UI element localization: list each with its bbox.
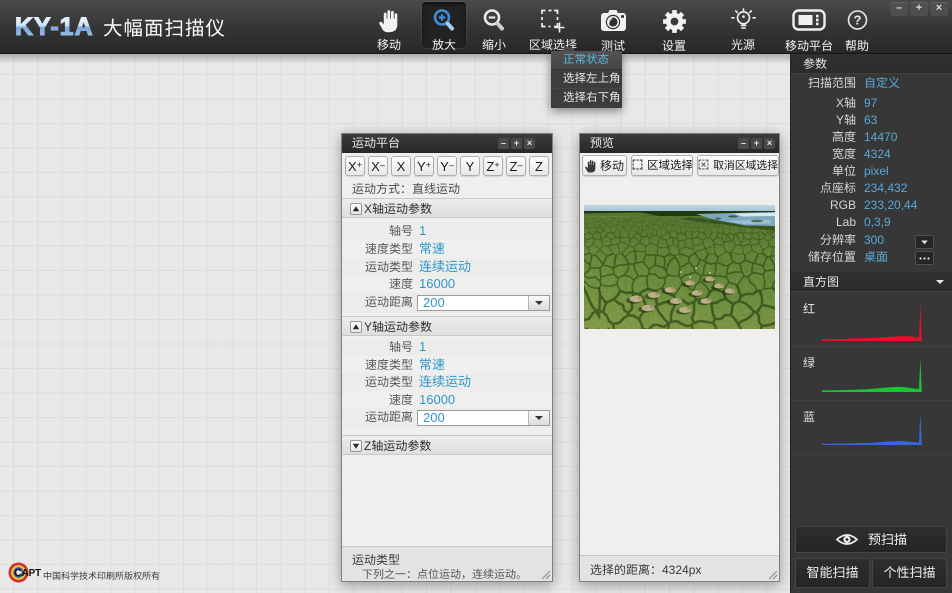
- svg-text:大幅面扫描仪: 大幅面扫描仪: [103, 18, 226, 40]
- svg-text:?: ?: [853, 13, 861, 28]
- svg-text:CAPT: CAPT: [15, 568, 42, 579]
- svg-text:KY-1A: KY-1A: [15, 13, 94, 41]
